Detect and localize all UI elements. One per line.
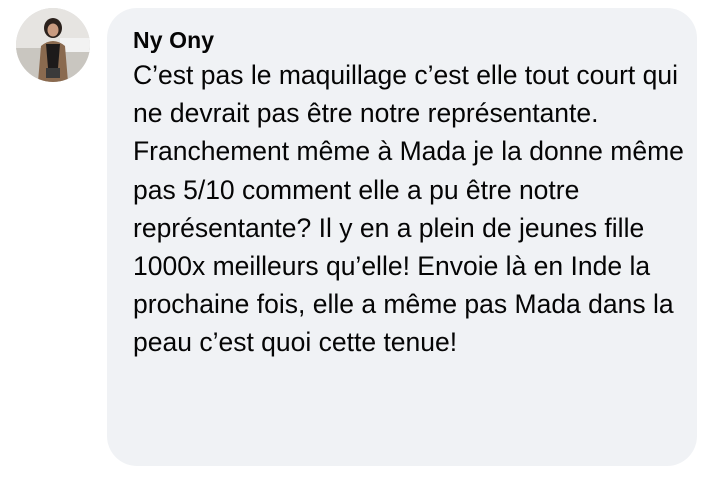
avatar[interactable] bbox=[16, 8, 90, 82]
avatar-photo bbox=[16, 8, 90, 82]
comment-text: C’est pas le maquillage c’est elle tout … bbox=[133, 60, 684, 358]
comment-bubble: Ny Ony C’est pas le maquillage c’est ell… bbox=[107, 8, 697, 466]
comment: Ny Ony C’est pas le maquillage c’est ell… bbox=[0, 0, 720, 477]
author-name[interactable]: Ny Ony bbox=[133, 26, 677, 54]
